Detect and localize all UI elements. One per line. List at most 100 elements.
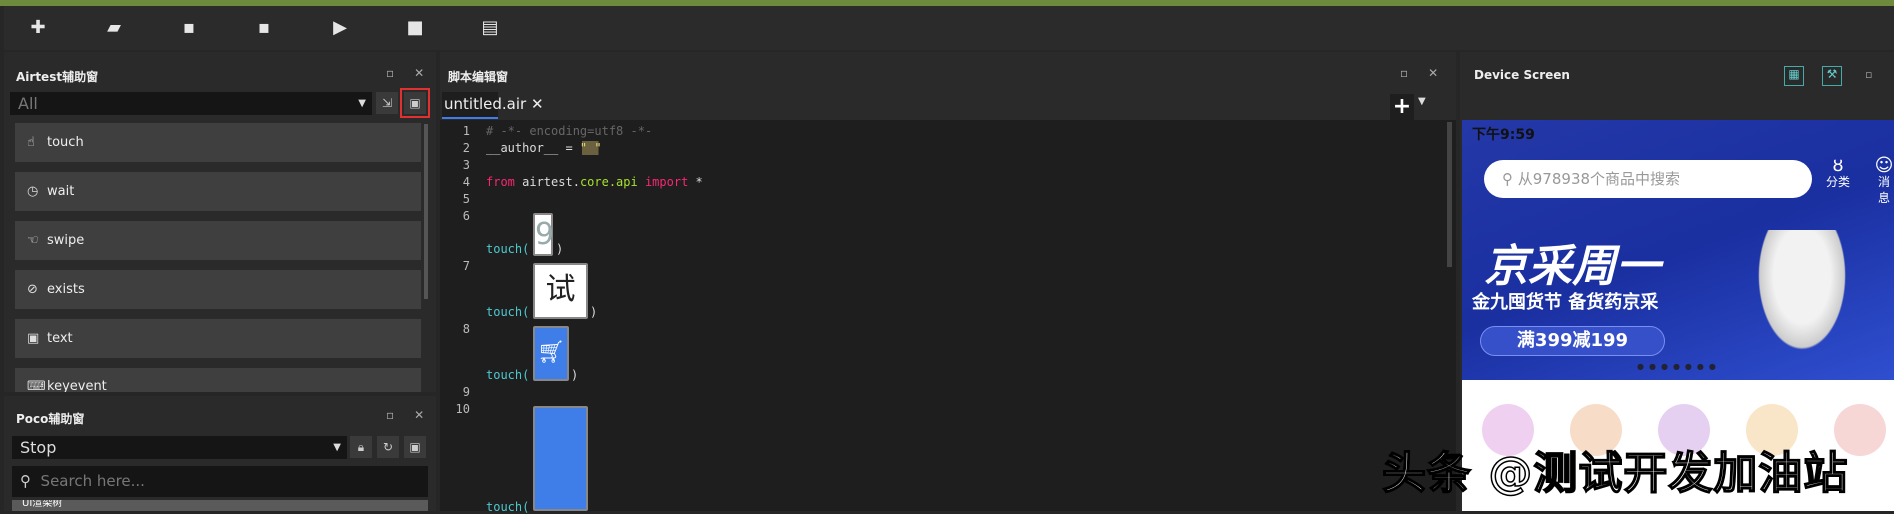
save-as-icon[interactable]: ▪ — [252, 16, 276, 40]
line-number: 4 — [462, 175, 470, 189]
code-touch: touch( — [486, 242, 530, 256]
filter-dropdown[interactable]: All ▼ — [10, 92, 372, 115]
item-label: text — [47, 331, 73, 346]
tools-icon[interactable]: ⚒ — [1822, 66, 1842, 86]
code-line-4: from airtest.core.api import * — [486, 175, 703, 189]
code-token: core.api — [579, 175, 638, 189]
item-label: exists — [47, 282, 85, 297]
alarm-clock-icon: ◷ — [27, 184, 39, 199]
float-icon[interactable]: ▫ — [386, 66, 394, 80]
float-icon[interactable]: ▫ — [1400, 66, 1408, 80]
mode-value: Stop — [20, 438, 57, 457]
banner-title: 京采周一 — [1484, 241, 1660, 292]
code-token: ) — [571, 368, 579, 382]
close-icon[interactable]: ✕ — [1428, 66, 1438, 80]
mascot-image — [1752, 230, 1852, 360]
search-input[interactable]: ⚲ 从978938个商品中搜索 — [1484, 160, 1812, 198]
item-text[interactable]: ▣ text — [15, 319, 421, 358]
message-button[interactable]: ☺ 消息 — [1874, 155, 1894, 206]
tab-untitled[interactable]: untitled.air ✕ — [442, 92, 544, 119]
image-thumbnail[interactable]: 试商 — [533, 263, 588, 319]
code-token: from — [486, 175, 515, 189]
chevron-down-icon[interactable]: ▼ — [1418, 96, 1426, 107]
carousel-dots[interactable]: ●●●●●●● — [1637, 362, 1721, 371]
line-number: 1 — [462, 124, 470, 138]
text-box-icon: ▣ — [27, 331, 40, 346]
code-touch: touch( — [486, 305, 530, 319]
line-number: 2 — [462, 141, 470, 155]
line-number: 3 — [462, 158, 470, 172]
chevron-down-icon: ▼ — [333, 442, 341, 453]
stop-icon[interactable]: ■ — [403, 16, 427, 40]
poco-panel: Poco辅助窗 ▫ ✕ Stop ▼ 🔒︎ ↻ ▣ ⚲ Search here...… — [4, 396, 436, 511]
close-icon[interactable]: ✕ — [531, 95, 544, 113]
float-icon[interactable]: ▫ — [386, 408, 394, 422]
category-button[interactable]: ȣ 分类 — [1826, 157, 1851, 190]
filter-value: All — [18, 94, 38, 113]
line-number: 6 — [462, 209, 470, 223]
folder-open-icon[interactable]: ▰ — [102, 16, 126, 40]
search-placeholder: Search here... — [40, 472, 145, 490]
code-string: " " — [579, 141, 602, 155]
panel-title: Airtest辅助窗 — [16, 70, 99, 84]
scrollbar[interactable] — [1447, 122, 1452, 267]
line-number: 5 — [462, 192, 470, 206]
scrollbar[interactable] — [424, 124, 428, 299]
log-icon[interactable]: ▤ — [478, 16, 502, 40]
message-icon: ☺ — [1874, 155, 1894, 176]
line-number: 10 — [455, 402, 470, 416]
item-wait[interactable]: ◷ wait — [15, 172, 421, 211]
import-icon[interactable]: ⇲ — [376, 92, 398, 114]
banner[interactable]: 下午9:59 ⚲ 从978938个商品中搜索 ȣ 分类 ☺ 消息 京采周一 金九囤货… — [1462, 120, 1894, 380]
code-comment: # -*- encoding=utf8 -*- — [486, 124, 653, 138]
close-icon[interactable]: ✕ — [414, 408, 424, 422]
code-token: airtest. — [514, 175, 580, 189]
search-input[interactable]: ⚲ Search here... — [12, 466, 428, 497]
image-thumbnail[interactable]: 9 — [533, 213, 554, 256]
line-number: 8 — [462, 322, 470, 336]
panel-title: Poco辅助窗 — [16, 412, 85, 426]
record-icon[interactable]: ▣ — [404, 436, 426, 458]
hand-touch-icon: ☝ — [27, 135, 35, 150]
item-label: keyevent — [47, 379, 107, 392]
layout-icon[interactable]: ▦ — [1784, 66, 1804, 86]
item-label: swipe — [47, 233, 85, 248]
hand-swipe-icon: ☜ — [27, 233, 39, 248]
close-icon[interactable]: ✕ — [414, 66, 424, 80]
lock-icon[interactable]: 🔒︎ — [350, 436, 372, 458]
script-editor-panel: 脚本编辑窗 ▫ ✕ untitled.air ✕ + ▼ — [440, 52, 1456, 511]
code-token: __author__ = — [486, 141, 580, 155]
watermark: 头条 @测试开发加油站 — [1381, 447, 1849, 500]
item-touch[interactable]: ☝ touch — [15, 123, 421, 162]
item-label: touch — [47, 135, 84, 150]
banner-subtitle: 金九囤货节 备货药京采 — [1472, 292, 1659, 313]
code-touch: touch( — [486, 368, 530, 382]
refresh-icon[interactable]: ↻ — [377, 436, 399, 458]
message-label: 消息 — [1877, 175, 1890, 205]
cart-icon[interactable]: 🛒︎ — [533, 326, 569, 381]
add-button[interactable]: + — [1390, 94, 1414, 120]
code-token: ) — [590, 305, 598, 319]
category-label: 分类 — [1826, 175, 1851, 189]
toolbar: ✚ ▰ ▪ ▪ ▶ ■ ▤ — [4, 6, 1894, 50]
save-icon[interactable]: ▪ — [177, 16, 201, 40]
panel-title: Device Screen — [1474, 68, 1570, 82]
search-placeholder: 从978938个商品中搜索 — [1517, 170, 1681, 188]
banner-promo-button[interactable]: 满399减199 — [1480, 326, 1665, 356]
panel-title: 脚本编辑窗 — [448, 70, 509, 84]
poco-mode-dropdown[interactable]: Stop ▼ — [12, 436, 347, 459]
play-icon[interactable]: ▶ — [328, 16, 352, 40]
item-exists[interactable]: ⊘ exists — [15, 270, 421, 309]
code-token: import — [637, 175, 689, 189]
image-thumbnail[interactable] — [533, 406, 588, 511]
plus-icon[interactable]: ✚ — [26, 16, 50, 40]
airtest-panel: Airtest辅助窗 ▫ ✕ All ▼ ⇲ ▣ ☝ touch ◷ wait ☜ swi… — [4, 52, 436, 392]
float-icon[interactable]: ▫ — [1865, 68, 1872, 81]
item-swipe[interactable]: ☜ swipe — [15, 221, 421, 260]
code-token: ) — [556, 242, 564, 256]
chevron-down-icon: ▼ — [358, 98, 366, 109]
search-icon: ⚲ — [20, 472, 31, 490]
record-icon[interactable]: ▣ — [400, 88, 430, 118]
status-time: 下午9:59 — [1472, 127, 1535, 143]
item-keyevent[interactable]: ⌨keyevent — [15, 368, 421, 392]
